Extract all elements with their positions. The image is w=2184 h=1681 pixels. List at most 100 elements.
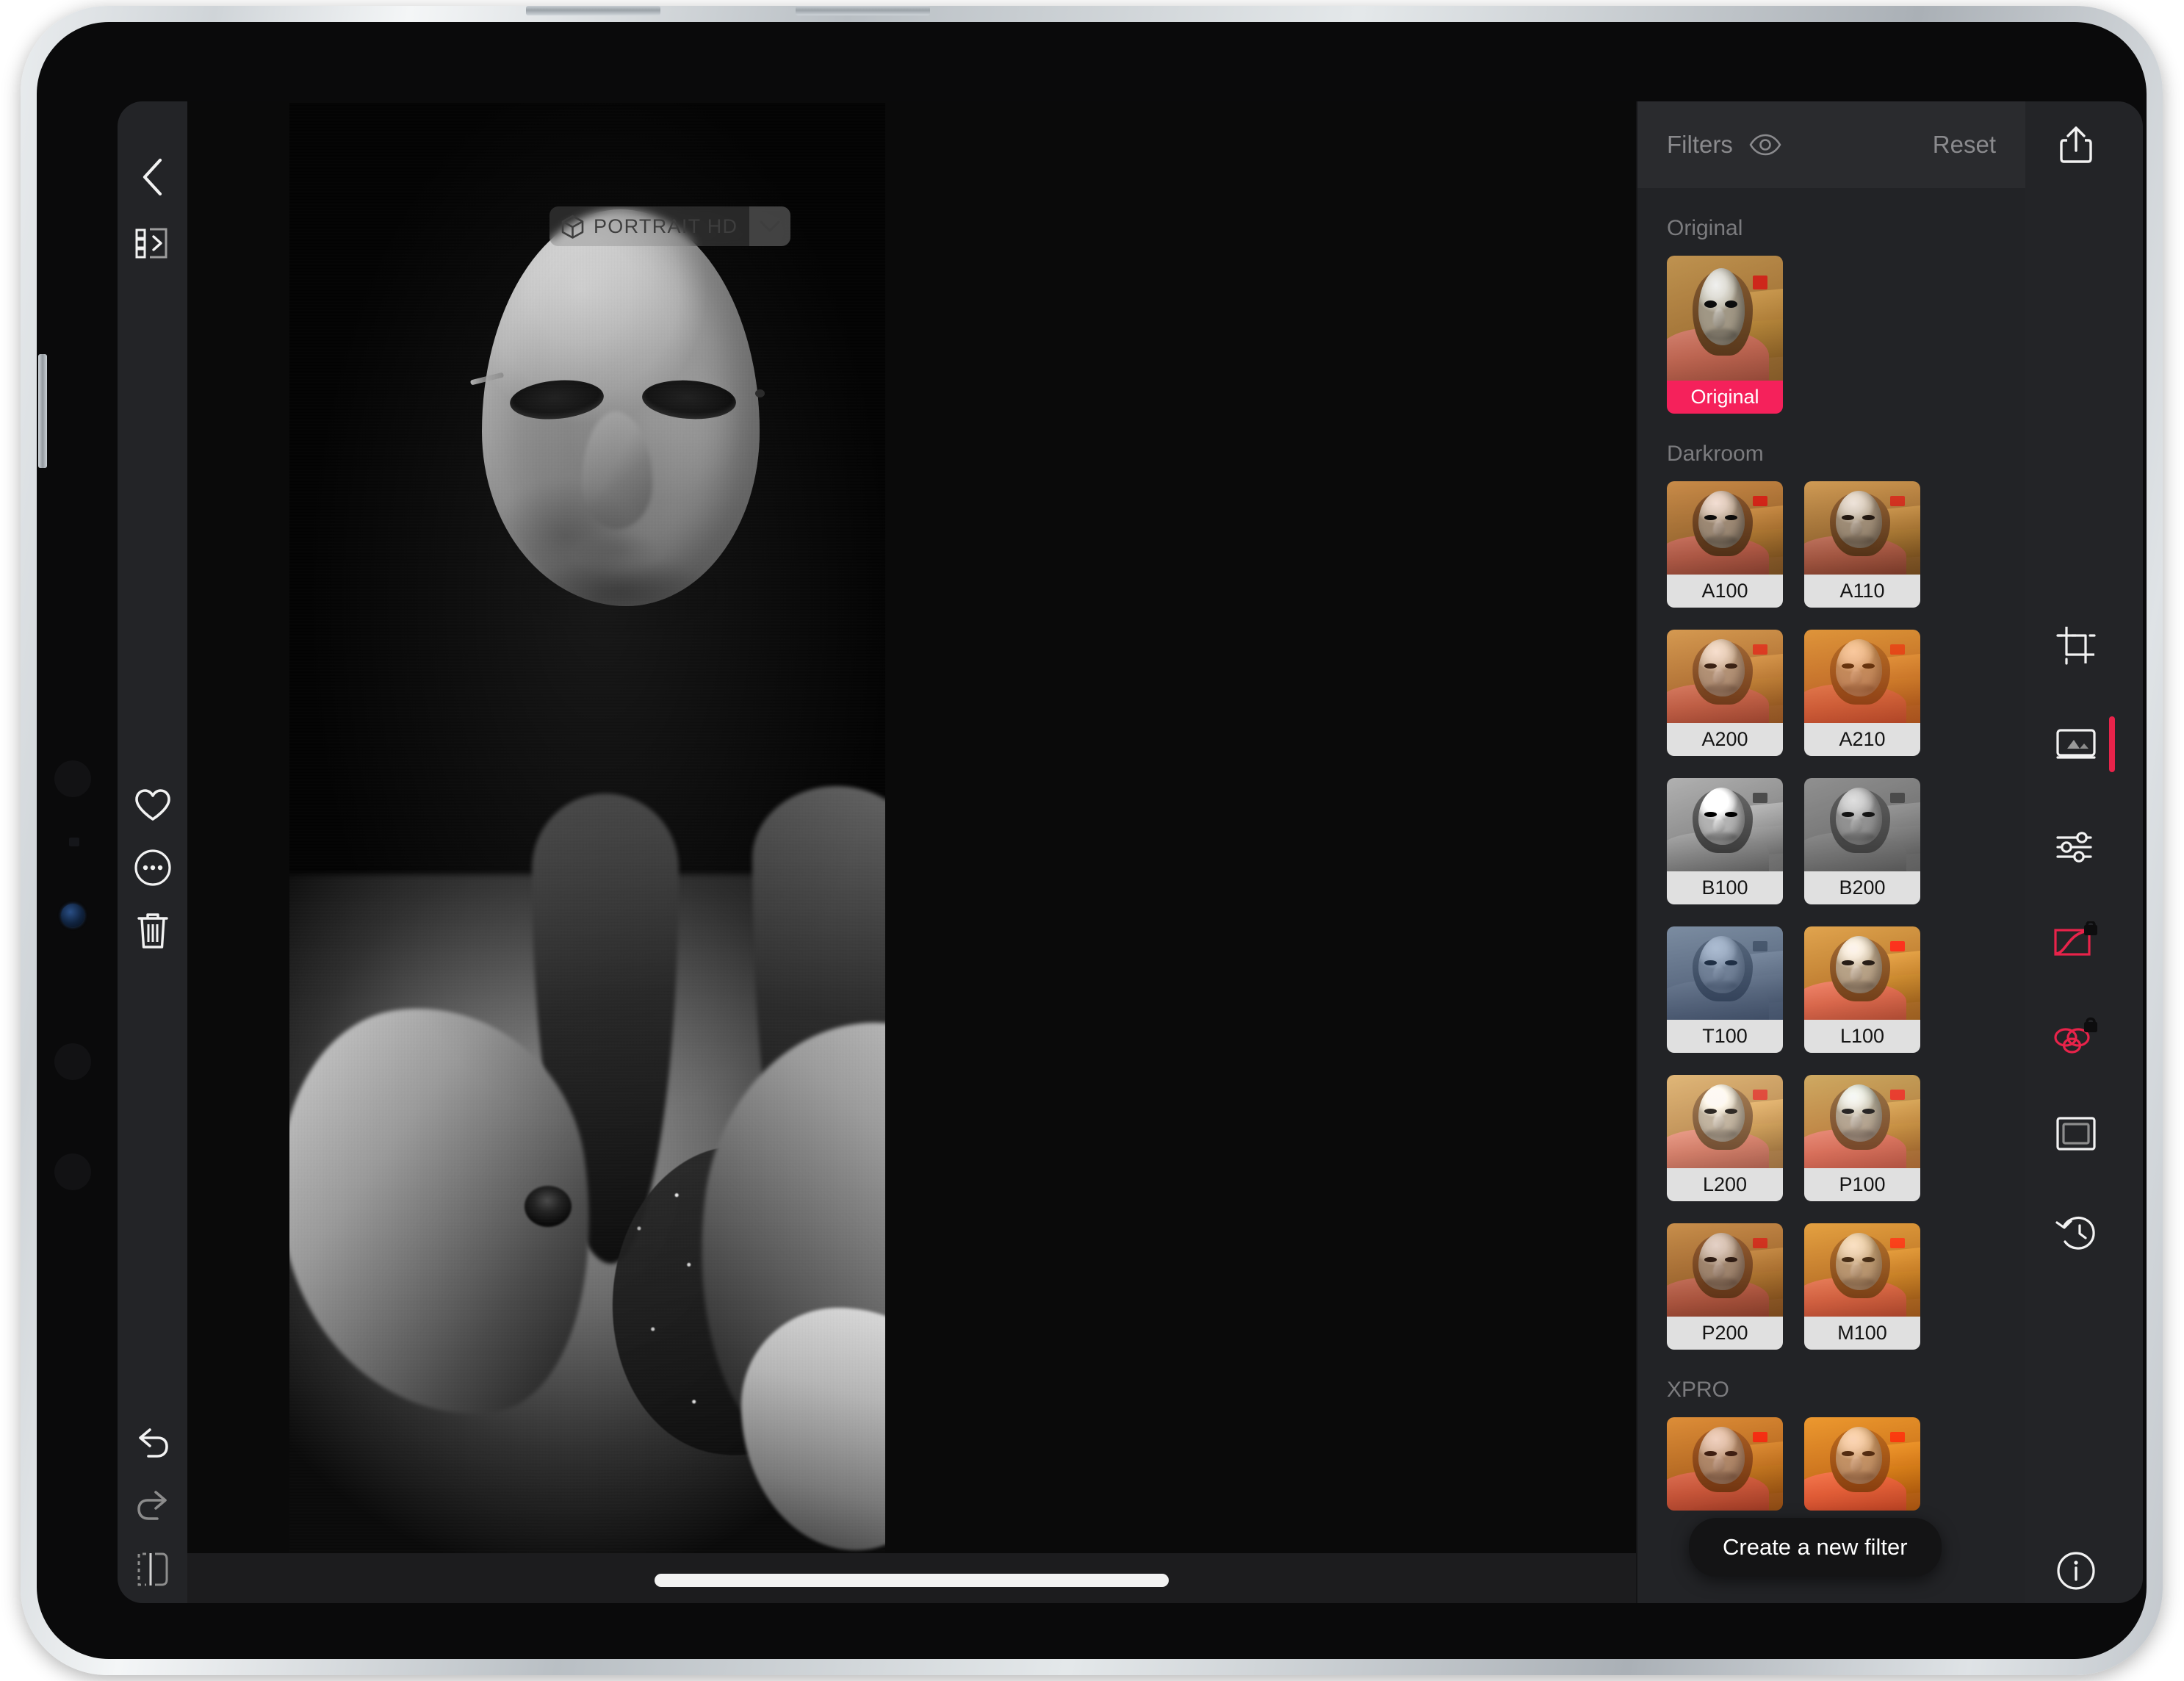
filter-preview-image — [1804, 1417, 1920, 1511]
color-mix-tool[interactable] — [2043, 1005, 2109, 1071]
filter-preview-image — [1667, 256, 1783, 381]
redo-button[interactable] — [129, 1483, 177, 1531]
filmstrip-icon — [135, 227, 170, 259]
ellipsis-circle-icon — [134, 849, 172, 887]
left-toolbar — [118, 101, 187, 1603]
history-clock-icon — [2055, 1214, 2097, 1252]
microphone-icon — [69, 838, 79, 846]
filter-preview-image — [1804, 1075, 1920, 1168]
cube-icon — [561, 215, 584, 239]
filters-title: Filters — [1667, 131, 1733, 159]
curves-tool[interactable] — [2043, 910, 2109, 976]
power-button[interactable] — [38, 354, 47, 468]
filter-grid-darkroom: A100 A110 — [1667, 481, 1994, 1350]
filter-preview-image — [1667, 481, 1783, 575]
right-toolbar — [2025, 101, 2143, 1603]
filter-grid-xpro — [1667, 1417, 1994, 1511]
edited-photo[interactable] — [289, 103, 885, 1558]
split-compare-icon — [134, 1552, 171, 1587]
adjust-tool[interactable] — [2043, 814, 2109, 880]
favorite-button[interactable] — [129, 781, 177, 829]
filter-preview-image — [1667, 926, 1783, 1020]
filter-preview-image — [1804, 1223, 1920, 1317]
filters-header: Filters Reset — [1636, 101, 2025, 188]
photo-canvas[interactable]: PORTRAIT HD — [187, 101, 1636, 1603]
filter-preview-image — [1804, 630, 1920, 723]
group-title-darkroom: Darkroom — [1667, 442, 1994, 467]
filter-label: A110 — [1804, 575, 1920, 608]
front-camera-icon — [61, 904, 84, 927]
photo-vignette — [289, 103, 885, 1558]
format-badge[interactable]: PORTRAIT HD — [549, 206, 790, 246]
filter-label: L100 — [1804, 1020, 1920, 1053]
reset-button[interactable]: Reset — [1933, 131, 1996, 159]
back-button[interactable] — [129, 153, 177, 201]
tablet-device-frame: PORTRAIT HD Filters — [21, 6, 2163, 1675]
filter-thumb-p100[interactable]: P100 — [1804, 1075, 1920, 1201]
share-button[interactable] — [2043, 112, 2109, 179]
filter-thumb-l100[interactable]: L100 — [1804, 926, 1920, 1053]
color-circles-icon — [2053, 1017, 2099, 1059]
compare-button[interactable] — [129, 1545, 177, 1594]
format-badge-label: PORTRAIT HD — [594, 215, 738, 238]
filter-thumb-xpro-1[interactable] — [1667, 1417, 1783, 1511]
filter-label: B100 — [1667, 871, 1783, 904]
filter-thumb-a210[interactable]: A210 — [1804, 630, 1920, 756]
filter-thumb-xpro-2[interactable] — [1804, 1417, 1920, 1511]
filter-preview-image — [1667, 1223, 1783, 1317]
volume-up-button[interactable] — [526, 6, 660, 15]
filter-label: B200 — [1804, 871, 1920, 904]
history-tool[interactable] — [2043, 1200, 2109, 1266]
info-button[interactable] — [2043, 1538, 2109, 1603]
filter-label: T100 — [1667, 1020, 1783, 1053]
device-bezel: PORTRAIT HD Filters — [37, 22, 2147, 1659]
bezel-sensor — [54, 1153, 91, 1190]
crop-tool[interactable] — [2043, 612, 2109, 678]
more-button[interactable] — [129, 843, 177, 892]
frame-icon — [2055, 1116, 2097, 1151]
trash-icon — [136, 910, 170, 950]
filter-thumb-original[interactable]: Original — [1667, 256, 1783, 414]
filters-panel: Filters Reset Original — [1636, 101, 2025, 1603]
crop-icon — [2055, 624, 2097, 666]
filter-thumb-a100[interactable]: A100 — [1667, 481, 1783, 608]
filter-label: A210 — [1804, 723, 1920, 756]
filter-thumb-m100[interactable]: M100 — [1804, 1223, 1920, 1350]
filter-label: L200 — [1667, 1168, 1783, 1201]
lock-icon — [2084, 1019, 2097, 1033]
filter-label: P200 — [1667, 1317, 1783, 1350]
filter-thumb-p200[interactable]: P200 — [1667, 1223, 1783, 1350]
volume-down-button[interactable] — [796, 6, 930, 15]
delete-button[interactable] — [129, 906, 177, 954]
preview-toggle-button[interactable] — [1749, 134, 1781, 156]
filter-preview-image — [1804, 778, 1920, 871]
home-indicator[interactable] — [655, 1574, 1169, 1587]
photo-editor-app: PORTRAIT HD Filters — [118, 101, 2143, 1603]
format-badge-main[interactable]: PORTRAIT HD — [549, 206, 749, 246]
filter-thumb-b200[interactable]: B200 — [1804, 778, 1920, 904]
sliders-icon — [2055, 831, 2097, 863]
filter-thumb-a200[interactable]: A200 — [1667, 630, 1783, 756]
undo-button[interactable] — [129, 1420, 177, 1469]
filter-label: A200 — [1667, 723, 1783, 756]
format-badge-expand[interactable] — [749, 206, 790, 246]
filter-thumb-t100[interactable]: T100 — [1667, 926, 1783, 1053]
filter-label: Original — [1667, 381, 1783, 414]
filter-thumb-l200[interactable]: L200 — [1667, 1075, 1783, 1201]
filter-label: A100 — [1667, 575, 1783, 608]
eye-icon — [1749, 134, 1781, 156]
redo-arrow-icon — [134, 1489, 172, 1525]
filmstrip-button[interactable] — [129, 219, 177, 267]
frame-tool[interactable] — [2043, 1101, 2109, 1167]
filter-label: P100 — [1804, 1168, 1920, 1201]
heart-icon — [134, 788, 171, 822]
bezel-sensor — [54, 760, 91, 797]
group-title-original: Original — [1667, 216, 1994, 241]
effects-tool[interactable] — [2043, 713, 2109, 779]
filter-thumb-b100[interactable]: B100 — [1667, 778, 1783, 904]
chevron-down-icon — [760, 220, 780, 233]
filters-scroll-area[interactable]: Original — [1636, 188, 2025, 1603]
filter-thumb-a110[interactable]: A110 — [1804, 481, 1920, 608]
chevron-left-icon — [138, 156, 167, 198]
filter-preview-image — [1667, 1075, 1783, 1168]
